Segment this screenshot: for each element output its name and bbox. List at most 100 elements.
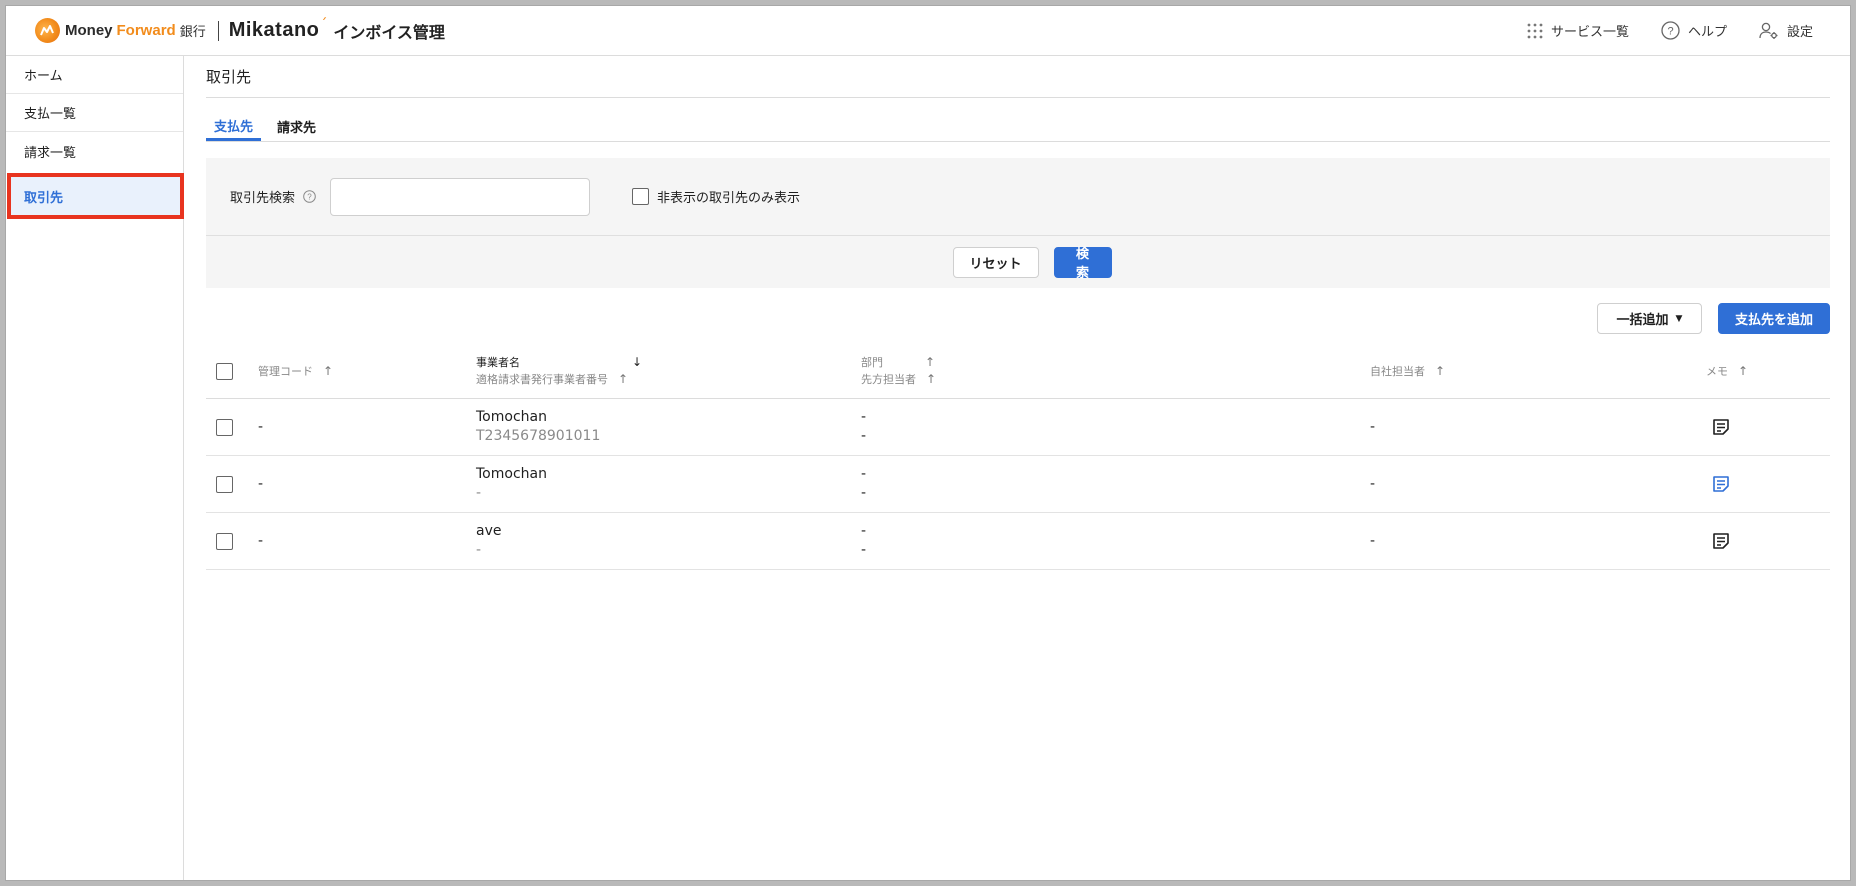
sidebar-item-label: 支払一覧 — [24, 107, 77, 122]
checkbox-box[interactable] — [632, 188, 650, 205]
registration-number-cell: T2345678901011 — [476, 428, 601, 444]
contact-cell: - — [861, 428, 867, 444]
column-header-name[interactable]: 事業者名 ↓ 適格請求書発行事業者番号 ↑ — [476, 344, 642, 398]
brand-accent-mark: ˊ — [320, 16, 328, 33]
registration-number-cell: - — [476, 542, 482, 558]
user-gear-icon — [1759, 22, 1778, 39]
sort-up-icon[interactable]: ↑ — [925, 354, 935, 371]
header-menu: サービス一覧 ? ヘルプ 設定 — [1495, 21, 1813, 40]
column-header-label: 事業者名 — [476, 356, 520, 369]
column-header-label: メモ — [1706, 364, 1728, 378]
brand-mikatano-text: Mikatano — [228, 19, 320, 41]
table-row[interactable]: - Tomochan T2345678901011 - - - — [206, 399, 1830, 456]
app-window: Money Forward 銀行 Mikatano ˊ インボイス管理 サービス… — [5, 5, 1851, 881]
hidden-only-checkbox[interactable]: 非表示の取引先のみ表示 — [632, 187, 800, 206]
filter-row: 取引先検索 ? 非表示の取引先のみ表示 — [206, 158, 1830, 236]
column-header-owner[interactable]: 自社担当者 ↑ — [1370, 344, 1445, 398]
column-header-memo[interactable]: メモ ↑ — [1706, 344, 1748, 398]
bulk-add-button[interactable]: 一括追加 ▼ — [1597, 303, 1702, 334]
svg-text:?: ? — [307, 193, 312, 202]
memo-icon[interactable] — [1712, 475, 1730, 493]
select-all-cell — [216, 344, 233, 398]
svg-text:?: ? — [1667, 26, 1673, 38]
sidebar-item-home[interactable]: ホーム — [6, 56, 183, 94]
column-header-label: 先方担当者 — [861, 373, 916, 386]
page-title: 取引先 — [206, 56, 1830, 98]
column-header-label: 自社担当者 — [1370, 364, 1425, 378]
sidebar-item-payments[interactable]: 支払一覧 — [6, 94, 183, 132]
name-cell: Tomochan — [476, 466, 547, 482]
column-header-label: 管理コード — [258, 364, 313, 378]
caret-down-icon: ▼ — [1675, 313, 1683, 324]
memo-icon[interactable] — [1712, 532, 1730, 550]
column-header-label: 部門 — [861, 356, 883, 369]
help-circle-icon[interactable]: ? — [303, 190, 316, 203]
row-checkbox[interactable] — [216, 475, 233, 493]
sidebar-item-partners[interactable]: 取引先 — [7, 173, 184, 219]
search-button[interactable]: 検索 — [1053, 246, 1112, 281]
sidebar-item-label: ホーム — [24, 69, 63, 84]
registration-number-cell: - — [476, 485, 482, 501]
main-content: 取引先 支払先 請求先 取引先検索 ? 非表示の取引先のみ表示 リセット 検索 — [184, 56, 1850, 880]
owner-cell: - — [1370, 475, 1376, 492]
help-menu[interactable]: ? ヘルプ — [1661, 21, 1727, 40]
code-cell: - — [258, 475, 264, 492]
question-circle-icon: ? — [1661, 21, 1680, 40]
partner-tabs: 支払先 請求先 — [206, 112, 1830, 142]
bulk-add-label: 一括追加 — [1616, 313, 1669, 328]
top-header: Money Forward 銀行 Mikatano ˊ インボイス管理 サービス… — [6, 6, 1850, 56]
row-checkbox[interactable] — [216, 532, 233, 550]
memo-icon[interactable] — [1712, 418, 1730, 436]
name-cell: Tomochan — [476, 409, 547, 425]
filter-actions: リセット 検索 — [206, 236, 1830, 288]
sort-up-icon[interactable]: ↑ — [323, 363, 333, 380]
table-row[interactable]: - Tomochan - - - - — [206, 456, 1830, 513]
sort-up-icon[interactable]: ↑ — [618, 371, 628, 388]
table-header: 管理コード ↑ 事業者名 ↓ 適格請求書発行事業者番号 ↑ 部門 ↑ 先方担当者… — [206, 344, 1830, 399]
brand-bank-text: 銀行 — [179, 25, 206, 40]
table-row[interactable]: - ave - - - - — [206, 513, 1830, 570]
sidebar-item-label: 取引先 — [24, 190, 64, 206]
sort-up-icon[interactable]: ↑ — [926, 371, 936, 388]
sidebar: ホーム 支払一覧 請求一覧 取引先 — [6, 56, 184, 880]
brand-divider — [217, 20, 219, 41]
brand-money-text: Money — [65, 22, 113, 39]
select-all-checkbox[interactable] — [216, 362, 233, 380]
column-header-department[interactable]: 部門 ↑ 先方担当者 ↑ — [861, 344, 936, 398]
partner-search-input[interactable] — [330, 177, 591, 216]
sort-down-icon[interactable]: ↓ — [632, 354, 642, 371]
department-cell: - — [861, 466, 867, 482]
sort-up-icon[interactable]: ↑ — [1435, 363, 1445, 380]
services-menu[interactable]: サービス一覧 — [1527, 21, 1629, 40]
table-toolbar: 一括追加 ▼ 支払先を追加 — [1597, 303, 1830, 334]
brand-product-text: インボイス管理 — [333, 22, 445, 42]
add-payee-button[interactable]: 支払先を追加 — [1718, 303, 1830, 334]
tab-payees[interactable]: 支払先 — [206, 112, 262, 141]
row-checkbox[interactable] — [216, 418, 233, 436]
sort-up-icon[interactable]: ↑ — [1738, 363, 1748, 380]
settings-label: 設定 — [1786, 25, 1813, 40]
sidebar-item-label: 請求一覧 — [24, 145, 77, 161]
column-header-label: 適格請求書発行事業者番号 — [476, 373, 608, 386]
search-filter-panel: 取引先検索 ? 非表示の取引先のみ表示 リセット 検索 — [206, 158, 1830, 288]
code-cell: - — [258, 532, 264, 549]
grid-icon — [1527, 23, 1543, 38]
brand-logo[interactable]: Money Forward 銀行 Mikatano ˊ インボイス管理 — [35, 16, 445, 43]
sidebar-item-invoices[interactable]: 請求一覧 — [6, 132, 183, 170]
contact-cell: - — [861, 542, 867, 558]
services-label: サービス一覧 — [1550, 25, 1629, 40]
money-forward-logo-icon — [35, 18, 60, 43]
owner-cell: - — [1370, 532, 1376, 549]
tab-billing-clients[interactable]: 請求先 — [269, 112, 324, 141]
contact-cell: - — [861, 485, 867, 501]
settings-menu[interactable]: 設定 — [1759, 21, 1813, 40]
department-cell: - — [861, 409, 867, 425]
reset-button[interactable]: リセット — [952, 246, 1039, 278]
search-label: 取引先検索 — [230, 191, 296, 206]
partner-table: 管理コード ↑ 事業者名 ↓ 適格請求書発行事業者番号 ↑ 部門 ↑ 先方担当者… — [206, 344, 1830, 570]
column-header-code[interactable]: 管理コード ↑ — [258, 344, 333, 398]
brand-forward-text: Forward — [116, 22, 176, 39]
owner-cell: - — [1370, 418, 1376, 435]
code-cell: - — [258, 418, 264, 435]
name-cell: ave — [476, 523, 502, 539]
